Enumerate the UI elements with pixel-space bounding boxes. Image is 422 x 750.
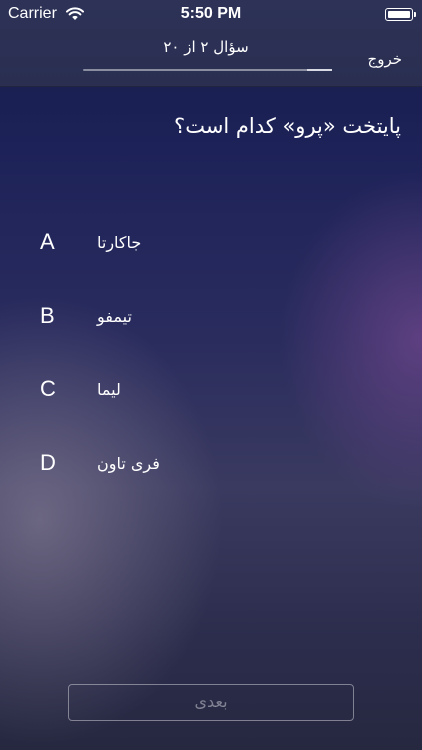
option-text: لیما: [97, 380, 121, 399]
question-text: پایتخت «پرو» کدام است؟: [174, 114, 401, 138]
next-button[interactable]: بعدی: [68, 684, 354, 721]
option-b[interactable]: B تیمفو: [0, 294, 422, 338]
progress-bar-fill: [307, 69, 332, 71]
clock: 5:50 PM: [180, 5, 242, 22]
option-d[interactable]: D فری تاون: [0, 441, 422, 485]
option-c[interactable]: C لیما: [0, 367, 422, 411]
option-text: جاکارتا: [97, 233, 142, 252]
battery-icon: [385, 8, 416, 21]
option-text: فری تاون: [97, 454, 160, 473]
status-bar: Carrier 5:50 PM: [0, 0, 422, 28]
progress-bar: [83, 69, 332, 71]
option-letter: A: [40, 229, 55, 254]
option-letter: C: [40, 376, 56, 401]
question-counter: سؤال ۲ از ۲۰: [163, 38, 249, 56]
option-a[interactable]: A جاکارتا: [0, 220, 422, 264]
option-text: تیمفو: [97, 307, 132, 326]
exit-button[interactable]: خروج: [368, 50, 402, 68]
option-letter: B: [40, 303, 55, 328]
option-letter: D: [40, 450, 56, 475]
